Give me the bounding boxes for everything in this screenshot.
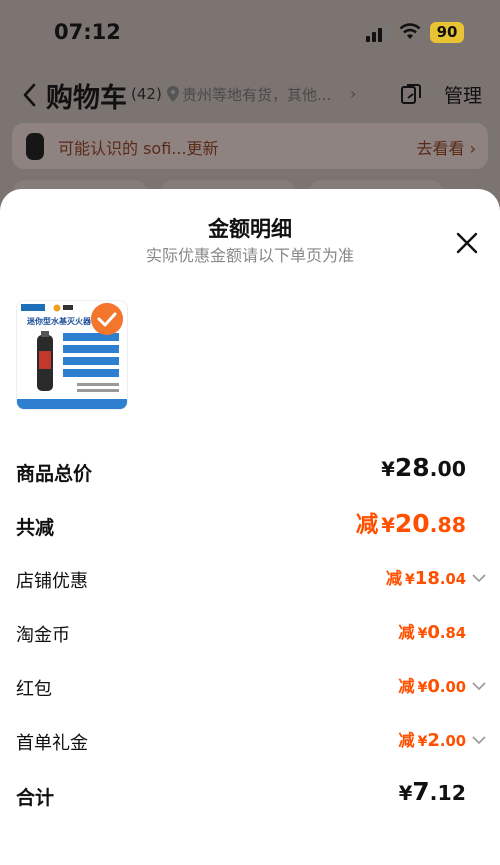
chevron-down-icon[interactable] [472,681,486,691]
breakdown-row-total: 合计 ¥7.12 [0,777,500,817]
row-amount: 减 ¥18.04 [385,568,466,589]
breakdown-row-first-order-gift[interactable]: 首单礼金 减 ¥2.00 [0,723,500,763]
breakdown-row-taojinbi: 淘金币 减 ¥0.84 [0,615,500,655]
share-list-icon[interactable] [399,82,423,106]
row-amount: 减 ¥20.88 [355,509,466,538]
svg-text:迷你型水基灭火器: 迷你型水基灭火器 [26,316,92,326]
row-label: 淘金币 [16,625,70,646]
close-icon[interactable] [455,231,479,255]
sheet-subtitle: 实际优惠金额请以下单页为准 [145,246,354,265]
row-amount: 减 ¥0.00 [398,676,466,697]
row-label: 首单礼金 [16,733,88,754]
friend-update-banner[interactable]: 可能认识的 sofi...更新 去看看 › [12,123,488,169]
status-bar: 07:12 90 [0,0,500,64]
chevron-right-icon[interactable]: › [350,84,356,103]
row-amount: 减 ¥2.00 [398,730,466,751]
row-amount: ¥28.00 [381,453,466,482]
row-label: 商品总价 [16,463,93,485]
chevron-down-icon[interactable] [472,735,486,745]
page-title: 购物车 [46,83,127,114]
cellular-signal-icon [366,24,388,42]
row-amount: ¥7.12 [398,777,466,806]
status-time: 07:12 [54,20,121,44]
selected-check-icon[interactable] [91,303,123,335]
row-amount: 减 ¥0.84 [398,622,466,643]
cart-count: (42) [131,85,162,103]
breakdown-row-subtotal: 商品总价 ¥28.00 [0,453,500,493]
row-label: 红包 [16,679,52,700]
breakdown-row-shop-discount[interactable]: 店铺优惠 减 ¥18.04 [0,561,500,601]
sheet-title: 金额明细 [208,217,292,241]
chevron-down-icon[interactable] [472,573,486,583]
delivery-location[interactable]: 贵州等地有货，其他... [182,84,347,105]
view-updates-link[interactable]: 去看看 › [417,135,477,159]
chevron-left-icon[interactable] [20,82,40,108]
breakdown-row-red-packet[interactable]: 红包 减 ¥0.00 [0,669,500,709]
row-label: 合计 [16,787,55,809]
nav-bar: 购物车 (42) 贵州等地有货，其他... › 管理 [0,70,500,120]
avatar [26,133,44,160]
row-label: 共减 [16,517,55,539]
wifi-icon [399,23,421,39]
breakdown-row-total-discount: 共减 减 ¥20.88 [0,507,500,547]
row-label: 店铺优惠 [16,571,88,592]
friend-update-text: 可能认识的 sofi...更新 [58,139,219,158]
battery-indicator: 90 [430,22,464,43]
price-breakdown-sheet: 金额明细 实际优惠金额请以下单页为准 迷你型水基灭火器 商品总价 ¥28.00 … [0,189,500,865]
location-pin-icon [167,86,179,102]
manage-button[interactable]: 管理 [444,81,482,108]
